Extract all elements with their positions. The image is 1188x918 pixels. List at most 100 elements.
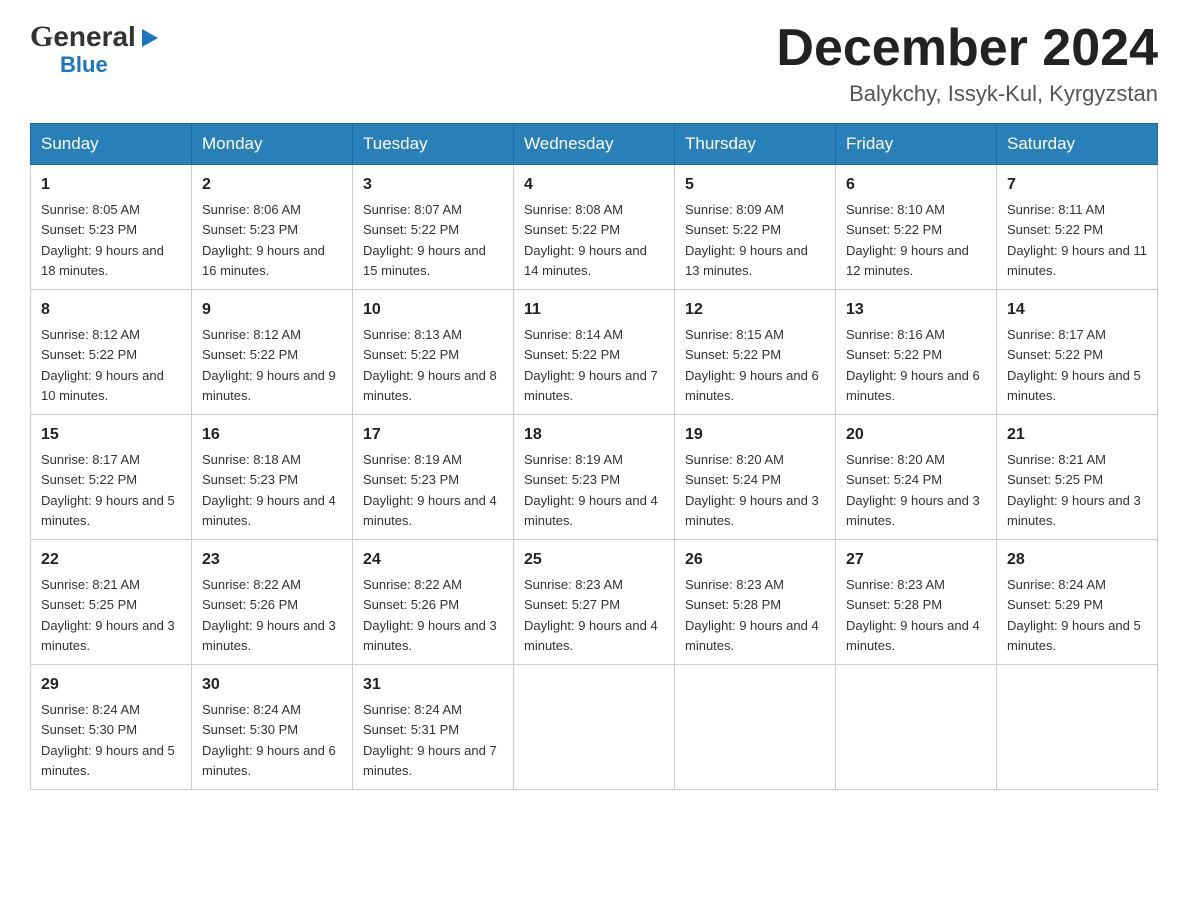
sunrise-info: Sunrise: 8:21 AM <box>1007 452 1106 467</box>
day-cell: 18 Sunrise: 8:19 AM Sunset: 5:23 PM Dayl… <box>514 415 675 540</box>
sunset-info: Sunset: 5:25 PM <box>41 597 137 612</box>
day-number: 3 <box>363 173 503 197</box>
daylight-info: Daylight: 9 hours and 6 minutes. <box>685 368 819 403</box>
sunrise-info: Sunrise: 8:20 AM <box>846 452 945 467</box>
day-number: 28 <box>1007 548 1147 572</box>
sunrise-info: Sunrise: 8:23 AM <box>846 577 945 592</box>
day-cell: 28 Sunrise: 8:24 AM Sunset: 5:29 PM Dayl… <box>997 540 1158 665</box>
day-number: 6 <box>846 173 986 197</box>
sunset-info: Sunset: 5:26 PM <box>202 597 298 612</box>
day-cell: 12 Sunrise: 8:15 AM Sunset: 5:22 PM Dayl… <box>675 290 836 415</box>
daylight-info: Daylight: 9 hours and 18 minutes. <box>41 243 164 278</box>
day-cell: 3 Sunrise: 8:07 AM Sunset: 5:22 PM Dayli… <box>353 165 514 290</box>
page-header: G eneral Blue December 2024 Balykchy, Is… <box>30 20 1158 107</box>
calendar-header-row: SundayMondayTuesdayWednesdayThursdayFrid… <box>31 124 1158 165</box>
day-cell: 25 Sunrise: 8:23 AM Sunset: 5:27 PM Dayl… <box>514 540 675 665</box>
day-of-week-header: Wednesday <box>514 124 675 165</box>
empty-day-cell <box>836 665 997 790</box>
sunset-info: Sunset: 5:30 PM <box>202 722 298 737</box>
day-number: 30 <box>202 673 342 697</box>
sunrise-info: Sunrise: 8:24 AM <box>41 702 140 717</box>
day-cell: 26 Sunrise: 8:23 AM Sunset: 5:28 PM Dayl… <box>675 540 836 665</box>
day-cell: 7 Sunrise: 8:11 AM Sunset: 5:22 PM Dayli… <box>997 165 1158 290</box>
logo-arrow-icon <box>138 27 160 49</box>
sunrise-info: Sunrise: 8:07 AM <box>363 202 462 217</box>
sunrise-info: Sunrise: 8:08 AM <box>524 202 623 217</box>
day-cell: 30 Sunrise: 8:24 AM Sunset: 5:30 PM Dayl… <box>192 665 353 790</box>
day-of-week-header: Sunday <box>31 124 192 165</box>
sunrise-info: Sunrise: 8:20 AM <box>685 452 784 467</box>
daylight-info: Daylight: 9 hours and 5 minutes. <box>41 743 175 778</box>
sunrise-info: Sunrise: 8:05 AM <box>41 202 140 217</box>
sunrise-info: Sunrise: 8:10 AM <box>846 202 945 217</box>
daylight-info: Daylight: 9 hours and 5 minutes. <box>1007 618 1141 653</box>
daylight-info: Daylight: 9 hours and 6 minutes. <box>846 368 980 403</box>
calendar-week-row: 8 Sunrise: 8:12 AM Sunset: 5:22 PM Dayli… <box>31 290 1158 415</box>
day-number: 4 <box>524 173 664 197</box>
day-cell: 17 Sunrise: 8:19 AM Sunset: 5:23 PM Dayl… <box>353 415 514 540</box>
day-cell: 9 Sunrise: 8:12 AM Sunset: 5:22 PM Dayli… <box>192 290 353 415</box>
empty-day-cell <box>514 665 675 790</box>
logo-general-text: eneral <box>53 21 136 53</box>
daylight-info: Daylight: 9 hours and 10 minutes. <box>41 368 164 403</box>
daylight-info: Daylight: 9 hours and 4 minutes. <box>846 618 980 653</box>
day-cell: 22 Sunrise: 8:21 AM Sunset: 5:25 PM Dayl… <box>31 540 192 665</box>
daylight-info: Daylight: 9 hours and 3 minutes. <box>363 618 497 653</box>
sunset-info: Sunset: 5:27 PM <box>524 597 620 612</box>
sunrise-info: Sunrise: 8:12 AM <box>202 327 301 342</box>
sunset-info: Sunset: 5:22 PM <box>846 222 942 237</box>
day-number: 15 <box>41 423 181 447</box>
sunrise-info: Sunrise: 8:23 AM <box>685 577 784 592</box>
day-cell: 31 Sunrise: 8:24 AM Sunset: 5:31 PM Dayl… <box>353 665 514 790</box>
page-title: December 2024 <box>776 20 1158 77</box>
calendar-week-row: 1 Sunrise: 8:05 AM Sunset: 5:23 PM Dayli… <box>31 165 1158 290</box>
sunset-info: Sunset: 5:23 PM <box>202 472 298 487</box>
day-number: 10 <box>363 298 503 322</box>
daylight-info: Daylight: 9 hours and 4 minutes. <box>363 493 497 528</box>
daylight-info: Daylight: 9 hours and 4 minutes. <box>685 618 819 653</box>
daylight-info: Daylight: 9 hours and 4 minutes. <box>524 618 658 653</box>
daylight-info: Daylight: 9 hours and 5 minutes. <box>1007 368 1141 403</box>
title-block: December 2024 Balykchy, Issyk-Kul, Kyrgy… <box>776 20 1158 107</box>
sunset-info: Sunset: 5:23 PM <box>41 222 137 237</box>
daylight-info: Daylight: 9 hours and 3 minutes. <box>41 618 175 653</box>
sunrise-info: Sunrise: 8:19 AM <box>524 452 623 467</box>
day-number: 14 <box>1007 298 1147 322</box>
day-number: 26 <box>685 548 825 572</box>
day-cell: 10 Sunrise: 8:13 AM Sunset: 5:22 PM Dayl… <box>353 290 514 415</box>
day-of-week-header: Monday <box>192 124 353 165</box>
day-of-week-header: Thursday <box>675 124 836 165</box>
sunrise-info: Sunrise: 8:21 AM <box>41 577 140 592</box>
day-cell: 20 Sunrise: 8:20 AM Sunset: 5:24 PM Dayl… <box>836 415 997 540</box>
sunset-info: Sunset: 5:22 PM <box>41 472 137 487</box>
calendar-week-row: 29 Sunrise: 8:24 AM Sunset: 5:30 PM Dayl… <box>31 665 1158 790</box>
day-cell: 29 Sunrise: 8:24 AM Sunset: 5:30 PM Dayl… <box>31 665 192 790</box>
day-number: 7 <box>1007 173 1147 197</box>
sunset-info: Sunset: 5:22 PM <box>1007 347 1103 362</box>
daylight-info: Daylight: 9 hours and 3 minutes. <box>685 493 819 528</box>
daylight-info: Daylight: 9 hours and 15 minutes. <box>363 243 486 278</box>
logo: G eneral Blue <box>30 20 160 78</box>
daylight-info: Daylight: 9 hours and 3 minutes. <box>1007 493 1141 528</box>
daylight-info: Daylight: 9 hours and 5 minutes. <box>41 493 175 528</box>
day-number: 19 <box>685 423 825 447</box>
sunset-info: Sunset: 5:22 PM <box>524 347 620 362</box>
sunrise-info: Sunrise: 8:14 AM <box>524 327 623 342</box>
sunrise-info: Sunrise: 8:19 AM <box>363 452 462 467</box>
day-cell: 4 Sunrise: 8:08 AM Sunset: 5:22 PM Dayli… <box>514 165 675 290</box>
sunrise-info: Sunrise: 8:11 AM <box>1007 202 1105 217</box>
sunset-info: Sunset: 5:22 PM <box>202 347 298 362</box>
day-cell: 23 Sunrise: 8:22 AM Sunset: 5:26 PM Dayl… <box>192 540 353 665</box>
sunset-info: Sunset: 5:23 PM <box>363 472 459 487</box>
sunrise-info: Sunrise: 8:16 AM <box>846 327 945 342</box>
day-cell: 5 Sunrise: 8:09 AM Sunset: 5:22 PM Dayli… <box>675 165 836 290</box>
day-cell: 8 Sunrise: 8:12 AM Sunset: 5:22 PM Dayli… <box>31 290 192 415</box>
sunrise-info: Sunrise: 8:12 AM <box>41 327 140 342</box>
day-number: 24 <box>363 548 503 572</box>
sunset-info: Sunset: 5:22 PM <box>363 347 459 362</box>
day-number: 13 <box>846 298 986 322</box>
day-number: 18 <box>524 423 664 447</box>
sunrise-info: Sunrise: 8:13 AM <box>363 327 462 342</box>
daylight-info: Daylight: 9 hours and 14 minutes. <box>524 243 647 278</box>
daylight-info: Daylight: 9 hours and 9 minutes. <box>202 368 336 403</box>
